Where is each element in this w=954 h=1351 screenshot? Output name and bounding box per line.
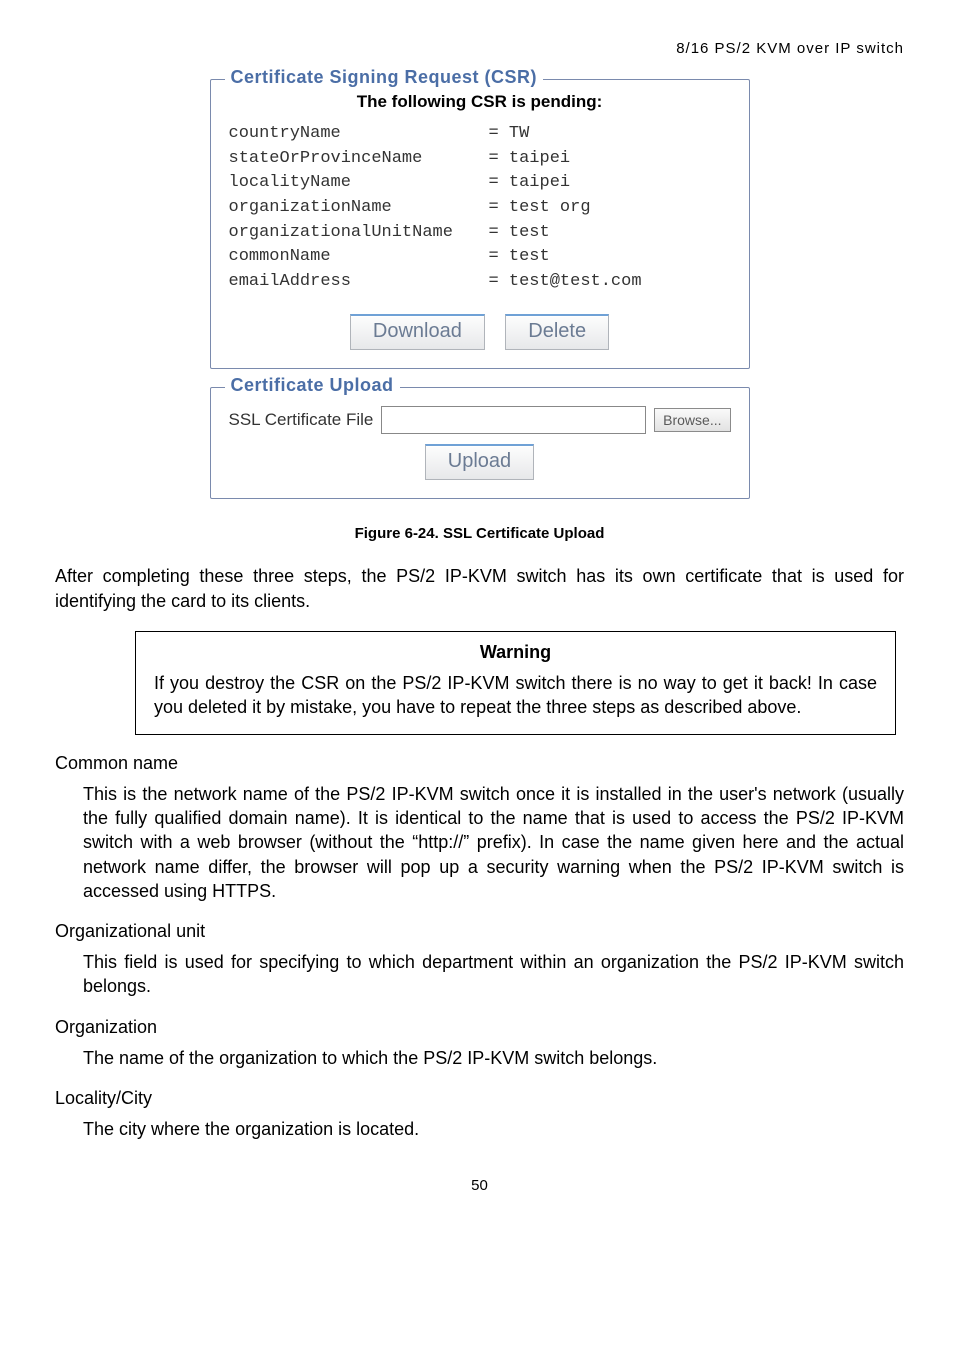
csr-key: emailAddress (229, 270, 489, 295)
warning-text: If you destroy the CSR on the PS/2 IP-KV… (154, 671, 877, 720)
csr-fieldset: Certificate Signing Request (CSR) The fo… (210, 79, 750, 369)
page-header: 8/16 PS/2 KVM over IP switch (55, 40, 904, 57)
csr-key: countryName (229, 122, 489, 147)
csr-table: countryName= TW stateOrProvinceName= tai… (229, 122, 731, 294)
csr-button-row: Download Delete (229, 314, 731, 350)
body-paragraph: After completing these three steps, the … (55, 564, 904, 613)
csr-val: = taipei (489, 147, 571, 172)
csr-row: organizationName= test org (229, 196, 731, 221)
csr-row: stateOrProvinceName= taipei (229, 147, 731, 172)
upload-button-row: Upload (229, 444, 731, 480)
csr-row: commonName= test (229, 245, 731, 270)
definition-text: This is the network name of the PS/2 IP-… (83, 782, 904, 903)
definition-text: The city where the organization is locat… (83, 1117, 904, 1141)
csr-key: organizationalUnitName (229, 221, 489, 246)
csr-row: emailAddress= test@test.com (229, 270, 731, 295)
csr-key: organizationName (229, 196, 489, 221)
csr-val: = test (489, 245, 550, 270)
warning-title: Warning (154, 642, 877, 663)
csr-key: localityName (229, 171, 489, 196)
warning-box: Warning If you destroy the CSR on the PS… (135, 631, 896, 735)
csr-legend: Certificate Signing Request (CSR) (225, 67, 544, 88)
download-button[interactable]: Download (350, 314, 485, 350)
csr-row: countryName= TW (229, 122, 731, 147)
delete-button[interactable]: Delete (505, 314, 609, 350)
upload-button[interactable]: Upload (425, 444, 534, 480)
figure-caption: Figure 6-24. SSL Certificate Upload (55, 525, 904, 542)
csr-val: = test@test.com (489, 270, 642, 295)
csr-val: = test (489, 221, 550, 246)
upload-row: SSL Certificate File Browse... (229, 406, 731, 434)
definition-term: Organizational unit (55, 921, 904, 942)
csr-row: localityName= taipei (229, 171, 731, 196)
csr-key: commonName (229, 245, 489, 270)
csr-key: stateOrProvinceName (229, 147, 489, 172)
definition-text: This field is used for specifying to whi… (83, 950, 904, 999)
definition-term: Organization (55, 1017, 904, 1038)
csr-val: = test org (489, 196, 591, 221)
upload-label: SSL Certificate File (229, 410, 374, 430)
browse-button[interactable]: Browse... (654, 408, 730, 432)
definition-term: Locality/City (55, 1088, 904, 1109)
upload-legend: Certificate Upload (225, 375, 400, 396)
csr-row: organizationalUnitName= test (229, 221, 731, 246)
definition-text: The name of the organization to which th… (83, 1046, 904, 1070)
csr-val: = taipei (489, 171, 571, 196)
page-number: 50 (55, 1177, 904, 1194)
csr-subheading: The following CSR is pending: (229, 92, 731, 112)
csr-val: = TW (489, 122, 530, 147)
ssl-certificate-file-input[interactable] (381, 406, 646, 434)
definition-term: Common name (55, 753, 904, 774)
upload-fieldset: Certificate Upload SSL Certificate File … (210, 387, 750, 499)
